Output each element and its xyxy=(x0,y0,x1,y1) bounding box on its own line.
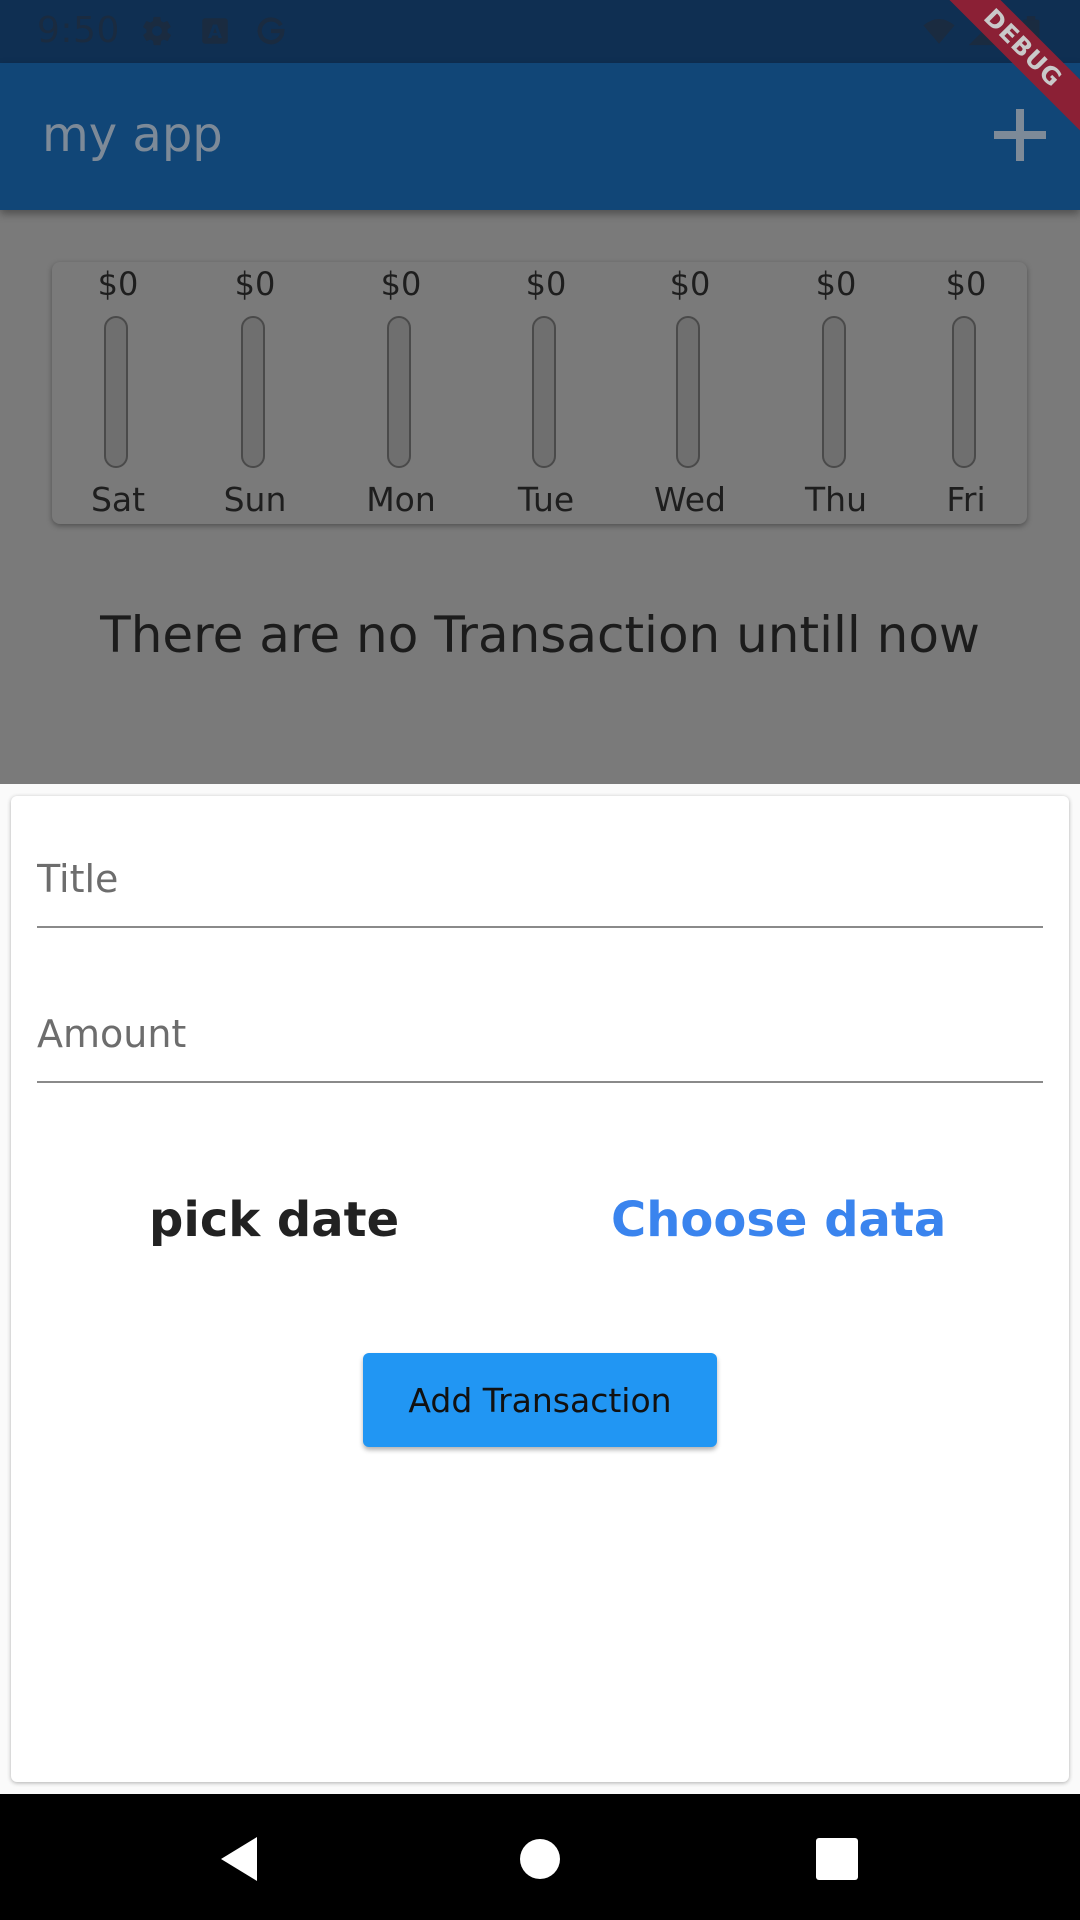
empty-transactions-message: There are no Transaction untill now xyxy=(100,606,980,664)
bar-amount-label: $0 xyxy=(815,265,857,303)
bar-track xyxy=(676,316,700,468)
wifi-icon xyxy=(923,18,955,44)
bar-track xyxy=(387,316,411,468)
title-input[interactable] xyxy=(37,836,1043,922)
back-icon[interactable] xyxy=(209,1829,269,1889)
chart-bar-fri: $0 Fri xyxy=(921,262,1011,524)
bar-day-label: Mon xyxy=(366,480,436,519)
bar-day-label: Tue xyxy=(517,480,575,519)
bar-day-label: Fri xyxy=(946,480,986,519)
chart-bar-sun: $0 Sun xyxy=(210,262,300,524)
title-field xyxy=(37,836,1043,928)
bar-day-label: Sat xyxy=(90,480,146,519)
app-bar: my app xyxy=(0,63,1080,210)
bar-amount-label: $0 xyxy=(945,265,987,303)
transaction-form: pick date Choose data Add Transaction xyxy=(11,796,1069,1782)
bar-track xyxy=(104,316,128,468)
chart-bar-mon: $0 Mon xyxy=(356,262,446,524)
weekly-chart: $0 Sat $0 Sun $0 Mon $0 Tue $0 Wed $0 Thu $0 Fri xyxy=(52,262,1027,524)
bar-amount-label: $0 xyxy=(97,265,139,303)
bar-amount-label: $0 xyxy=(525,265,567,303)
bar-track xyxy=(532,316,556,468)
chart-bar-sat: $0 Sat xyxy=(73,262,163,524)
add-icon[interactable] xyxy=(990,105,1050,165)
gear-icon xyxy=(143,16,171,46)
bar-day-label: Sun xyxy=(223,480,287,519)
svg-text:A: A xyxy=(208,22,223,43)
bar-track xyxy=(952,316,976,468)
bar-amount-label: $0 xyxy=(669,265,711,303)
amount-field xyxy=(37,991,1043,1083)
bar-amount-label: $0 xyxy=(234,265,276,303)
keyboard-a-icon: A xyxy=(202,18,228,44)
chart-bar-wed: $0 Wed xyxy=(645,262,735,524)
choose-date-button[interactable]: Choose data xyxy=(611,1192,946,1248)
status-bar: 9:50 A xyxy=(0,0,1080,63)
chart-bar-thu: $0 Thu xyxy=(791,262,881,524)
bar-amount-label: $0 xyxy=(380,265,422,303)
bar-track xyxy=(241,316,265,468)
home-icon[interactable] xyxy=(510,1829,570,1889)
system-nav-bar xyxy=(0,1794,1080,1920)
bar-day-label: Wed xyxy=(654,480,726,519)
date-label: pick date xyxy=(149,1192,400,1248)
recents-icon[interactable] xyxy=(807,1829,867,1889)
google-g-icon xyxy=(257,17,285,45)
amount-input[interactable] xyxy=(37,991,1043,1077)
status-time: 9:50 xyxy=(37,10,120,51)
bottom-sheet: pick date Choose data Add Transaction xyxy=(0,784,1080,1794)
add-transaction-button[interactable]: Add Transaction xyxy=(363,1353,717,1447)
bar-track xyxy=(822,316,846,468)
bar-day-label: Thu xyxy=(805,480,867,519)
chart-bar-tue: $0 Tue xyxy=(501,262,591,524)
app-title: my app xyxy=(42,107,223,163)
